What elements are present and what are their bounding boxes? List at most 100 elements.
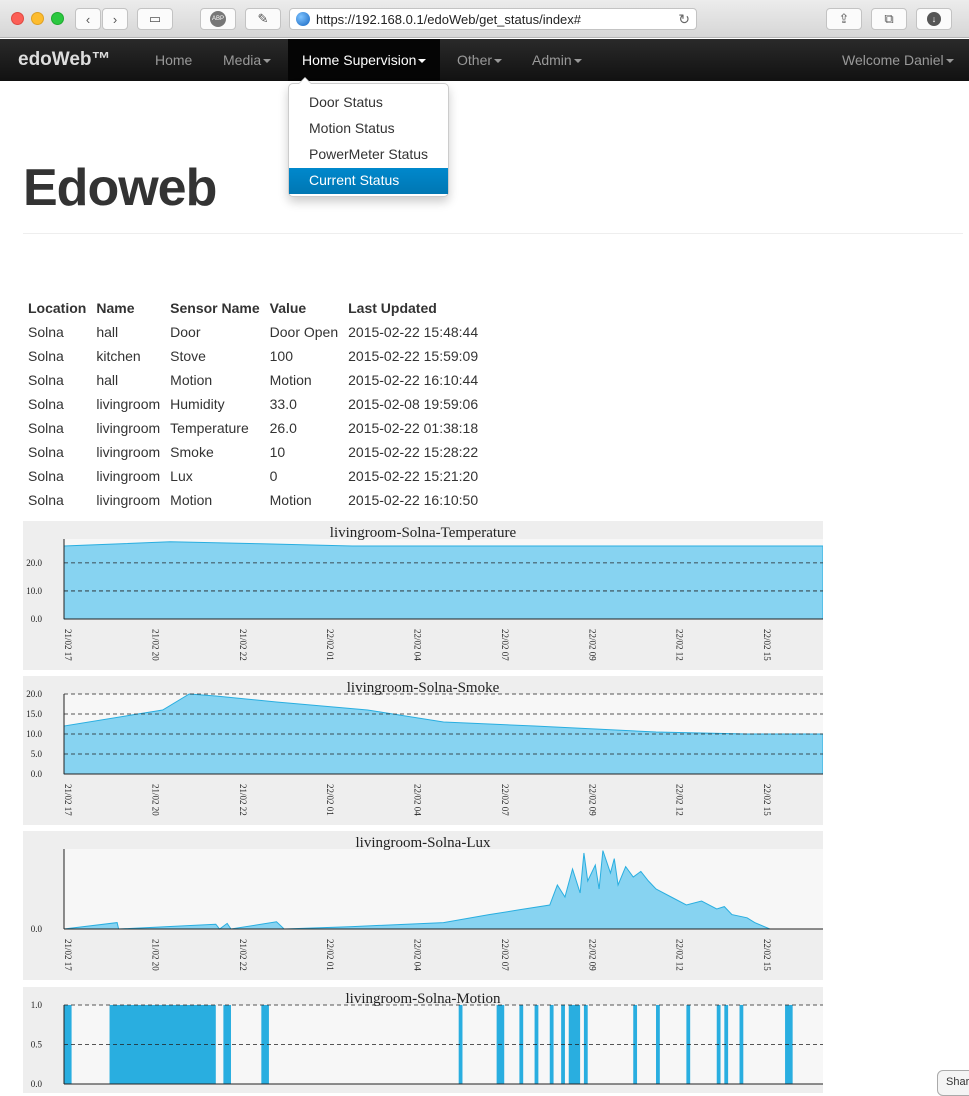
x-tick-label: 22/02 01 — [325, 784, 335, 816]
x-tick-label: 22/02 04 — [413, 629, 423, 661]
x-tick-label: 22/02 12 — [675, 939, 685, 971]
cell-name: hall — [96, 372, 119, 388]
cell-name: kitchen — [96, 348, 141, 364]
y-tick-label: 0.0 — [31, 769, 43, 779]
nav-other[interactable]: Other — [457, 52, 503, 68]
cell-value: Motion — [269, 372, 312, 388]
cell-name: livingroom — [96, 492, 161, 508]
nav-home-label: Home — [155, 52, 193, 68]
chart-title: livingroom-Solna-Temperature — [330, 525, 517, 541]
cell-value: 26.0 — [269, 420, 297, 436]
caret-down-icon — [573, 59, 582, 64]
caret-down-icon — [263, 59, 272, 64]
menu-item-current-status[interactable]: Current Status — [289, 168, 448, 194]
divider — [23, 233, 963, 234]
y-tick-label: 0.0 — [31, 924, 43, 934]
cell-value: 0 — [269, 468, 278, 484]
cell-location: Solna — [28, 468, 64, 484]
menu-item-powermeter-status[interactable]: PowerMeter Status — [289, 142, 448, 168]
cell-name: livingroom — [96, 468, 161, 484]
cell-name: livingroom — [96, 420, 161, 436]
x-tick-label: 22/02 07 — [500, 629, 510, 661]
x-tick-label: 21/02 20 — [150, 939, 160, 971]
nav-admin-label: Admin — [532, 52, 572, 68]
table-row: Solna livingroom Temperature 26.0 2015-02-22… — [23, 416, 483, 440]
motion-chart: 0.0 0.5 1.0 livingroom-Solna-Motion — [23, 987, 823, 1093]
cell-updated: 2015-02-22 16:10:50 — [348, 492, 479, 508]
x-tick-label: 22/02 09 — [587, 629, 597, 661]
download-icon[interactable]: ↓ — [916, 8, 952, 30]
brand-logo[interactable]: edoWeb™ — [18, 49, 111, 71]
x-tick-label: 21/02 17 — [63, 939, 73, 971]
close-window-button[interactable] — [11, 12, 24, 25]
cell-updated: 2015-02-22 15:59:09 — [348, 348, 479, 364]
x-tick-label: 22/02 12 — [675, 784, 685, 816]
table-row: Solna hall Motion Motion 2015-02-22 16:10:44 — [23, 368, 483, 392]
smoke-chart: 0.0 5.0 10.0 15.0 20.0 21/02 17 21/02 20 21/02 … — [23, 676, 823, 825]
nav-other-label: Other — [457, 52, 493, 68]
nav-admin[interactable]: Admin — [532, 52, 582, 68]
cell-location: Solna — [28, 492, 64, 508]
cell-sensor: Door — [170, 324, 201, 340]
tabs-icon[interactable]: ⧉ — [871, 8, 907, 30]
forward-arrow-icon[interactable]: › — [102, 8, 128, 30]
cell-location: Solna — [28, 396, 64, 412]
y-tick-label: 0.0 — [31, 1079, 43, 1089]
x-tick-label: 21/02 22 — [238, 784, 248, 816]
zoom-window-button[interactable] — [51, 12, 64, 25]
adblock-icon[interactable]: ABP — [200, 8, 236, 30]
temperature-chart: 0.0 10.0 20.0 21/02 17 21/02 20 21/02 22 22/02… — [23, 521, 823, 670]
nav-media-label: Media — [223, 52, 262, 68]
motion-bar — [739, 1005, 744, 1084]
caret-down-icon — [494, 59, 503, 64]
x-tick-label: 22/02 15 — [762, 629, 772, 661]
x-tick-label: 22/02 07 — [500, 939, 510, 971]
menu-item-motion-status[interactable]: Motion Status — [289, 116, 448, 142]
caret-down-icon — [945, 59, 954, 64]
share-icon[interactable]: ⇪ — [826, 8, 862, 30]
share-tab[interactable]: Shar — [937, 1070, 969, 1096]
nav-user-menu[interactable]: Welcome Daniel — [842, 52, 954, 68]
x-tick-label: 22/02 15 — [762, 784, 772, 816]
chart-svg: 0.0 10.0 20.0 21/02 17 21/02 20 21/02 22 22/02… — [26, 525, 823, 661]
menu-item-door-status[interactable]: Door Status — [289, 90, 448, 116]
chart-title: livingroom-Solna-Motion — [346, 991, 501, 1007]
chart-title: livingroom-Solna-Lux — [356, 835, 491, 851]
chart-title: livingroom-Solna-Smoke — [347, 680, 500, 696]
reload-icon[interactable]: ↻ — [678, 11, 690, 28]
sidebar-icon[interactable]: ▭ — [137, 8, 173, 30]
evernote-icon[interactable]: ✎ — [245, 8, 281, 30]
cell-updated: 2015-02-22 15:28:22 — [348, 444, 479, 460]
x-tick-label: 22/02 07 — [500, 784, 510, 816]
cell-sensor: Motion — [170, 372, 213, 388]
x-tick-label: 22/02 01 — [325, 939, 335, 971]
table-row: Solna livingroom Motion Motion 2015-02-22 16… — [23, 488, 483, 512]
cell-location: Solna — [28, 372, 64, 388]
y-tick-label: 0.5 — [31, 1040, 43, 1050]
x-tick-label: 21/02 20 — [150, 784, 160, 816]
x-tick-label: 21/02 22 — [238, 939, 248, 971]
column-header: Last Updated — [348, 300, 437, 316]
table-row: Solna livingroom Humidity 33.0 2015-02-08 19… — [23, 392, 483, 416]
nav-home-supervision[interactable]: Home Supervision — [288, 39, 441, 81]
y-tick-label: 20.0 — [26, 558, 42, 568]
cell-value: Motion — [269, 492, 312, 508]
series-area — [63, 541, 823, 620]
y-tick-label: 10.0 — [26, 586, 42, 596]
y-tick-label: 15.0 — [26, 709, 42, 719]
x-tick-label: 21/02 22 — [238, 629, 248, 661]
minimize-window-button[interactable] — [31, 12, 44, 25]
back-arrow-icon[interactable]: ‹ — [75, 8, 101, 30]
nav-home[interactable]: Home — [155, 52, 192, 68]
address-bar[interactable]: https://192.168.0.1/edoWeb/get_status/in… — [289, 8, 697, 30]
cell-value: 33.0 — [269, 396, 297, 412]
chart-svg: 0.0 21/02 17 21/02 20 21/02 22 22/02 01 22/02… — [31, 835, 823, 971]
column-header: Sensor Name — [170, 300, 260, 316]
cell-value: 100 — [269, 348, 293, 364]
x-tick-label: 22/02 09 — [587, 784, 597, 816]
cell-location: Solna — [28, 420, 64, 436]
table-row: Solna livingroom Smoke 10 2015-02-22 15:28:2… — [23, 440, 483, 464]
cell-value: Door Open — [269, 324, 339, 340]
cell-location: Solna — [28, 348, 64, 364]
nav-media[interactable]: Media — [223, 52, 272, 68]
